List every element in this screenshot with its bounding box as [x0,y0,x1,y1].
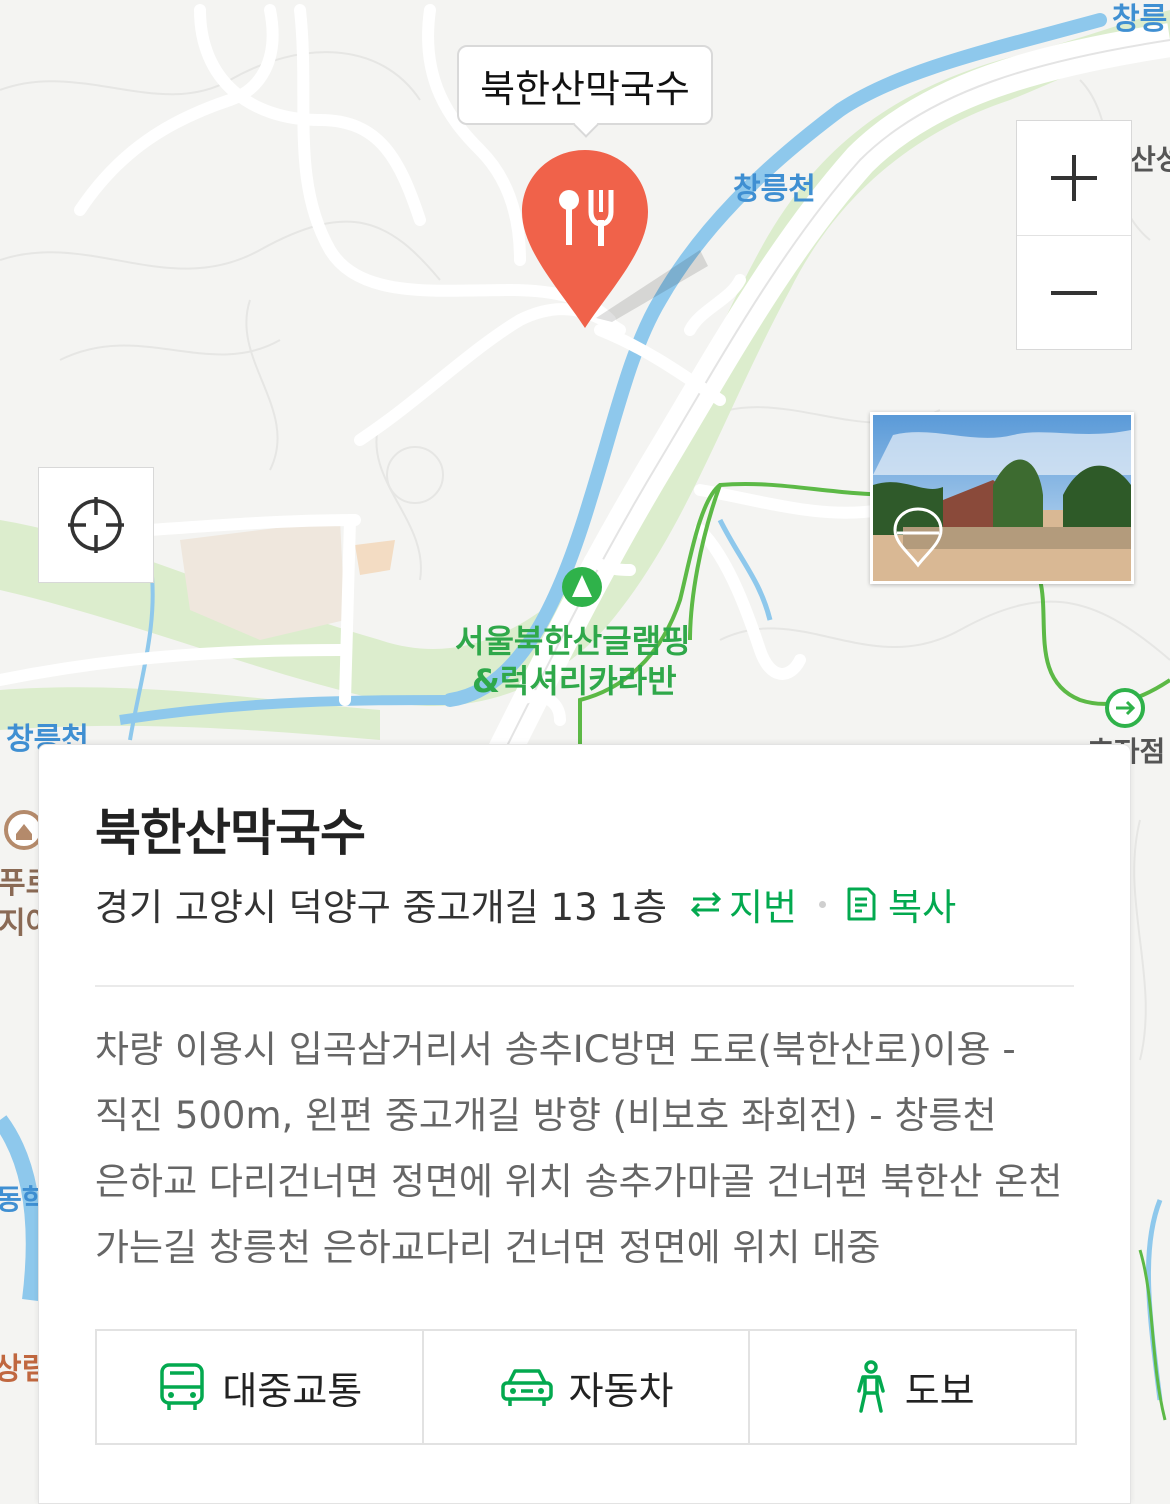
jibun-toggle-button[interactable]: 지번 [689,877,797,931]
zoom-in-button[interactable] [1017,121,1131,235]
zoom-control [1016,120,1132,350]
map-label-stream-top-right: 창릉 [1112,2,1168,37]
map-label-campsite-line2[interactable]: &럭셔리카라반 [472,656,677,702]
road-address: 경기 고양시 덕양구 중고개길 13 1층 [95,886,667,929]
zoom-out-button[interactable] [1017,235,1131,350]
route-transit-label: 대중교통 [222,1368,363,1413]
copy-label: 복사 [888,886,957,929]
address-row: 경기 고양시 덕양구 중고개길 13 1층 지번 복사 [95,877,956,931]
jibun-label: 지번 [728,886,798,929]
plus-icon [1051,155,1097,201]
bus-icon [160,1363,205,1410]
crosshair-icon [68,497,124,553]
place-title[interactable]: 북한산막국수 [95,793,366,865]
walk-icon [856,1360,885,1413]
place-info-card: 북한산막국수 경기 고양시 덕양구 중고개길 13 1층 지번 복사 차량 이용… [38,744,1131,1504]
route-walk-button[interactable]: 도보 [748,1331,1075,1443]
separator-dot [819,900,827,908]
route-car-label: 자동차 [568,1368,674,1413]
route-car-button[interactable]: 자동차 [421,1331,749,1443]
selected-place-tooltip[interactable]: 북한산막국수 [457,45,713,125]
swap-arrows-icon [690,891,722,918]
route-button-group: 대중교통 자동차 도보 [95,1329,1077,1445]
divider [95,985,1074,987]
direction-marker-icon [1105,688,1145,728]
copy-document-icon [847,887,876,921]
current-location-button[interactable] [38,467,154,583]
map-label-stream-center: 창릉천 [733,172,816,207]
street-view-photo [873,415,1131,581]
route-walk-label: 도보 [904,1368,975,1413]
campsite-icon [562,567,602,607]
route-transit-button[interactable]: 대중교통 [97,1331,422,1443]
building-icon [4,810,44,850]
map-label-sanseong: 산성 [1130,143,1170,176]
place-description: 차량 이용시 입곡삼거리서 송추IC방면 도로(북한산로)이용 - 직진 500… [95,1028,1063,1269]
copy-address-button[interactable]: 복사 [844,877,956,931]
car-icon [500,1369,553,1406]
street-view-thumbnail[interactable] [870,412,1134,584]
minus-icon [1051,291,1097,295]
